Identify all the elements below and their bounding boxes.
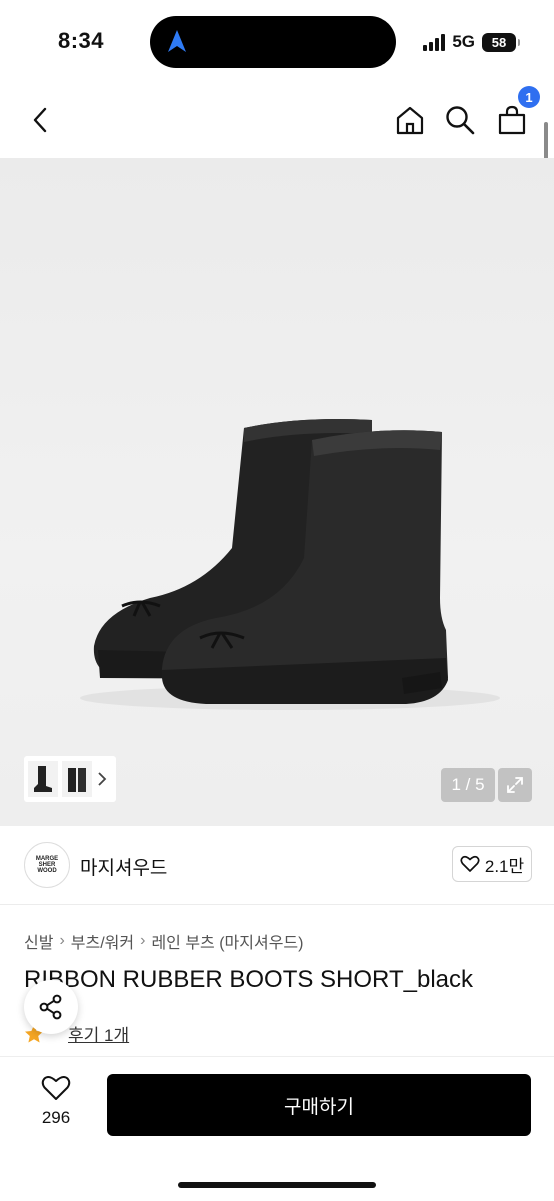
brand-logo-text: MARGE SHER WOOD [35, 856, 59, 874]
brand-row: MARGE SHER WOOD 마지셔우드 2.1만 [0, 826, 554, 905]
chevron-right-icon [98, 772, 107, 786]
brand-name[interactable]: 마지셔우드 [80, 853, 167, 880]
status-bar: 8:34 5G 58 [0, 0, 554, 84]
boots-thumbnail-icon [68, 768, 86, 792]
thumbnail-strip[interactable] [24, 756, 116, 802]
cart-button[interactable]: 1 [492, 86, 540, 140]
share-button[interactable] [24, 980, 78, 1034]
back-button[interactable] [20, 100, 60, 140]
top-nav: 1 [0, 84, 554, 158]
status-time: 8:34 [58, 28, 105, 53]
cellular-signal-icon [423, 33, 446, 51]
home-indicator [178, 1182, 376, 1188]
home-button[interactable] [390, 100, 430, 140]
battery-level: 58 [491, 34, 507, 50]
status-indicators: 5G 58 [423, 30, 520, 54]
search-button[interactable] [440, 100, 480, 140]
breadcrumb: 신발 › 부츠/워커 › 레인 부츠 (마지셔우드) [24, 929, 303, 953]
review-link[interactable]: 후기 1개 [68, 1021, 129, 1046]
boots-image [80, 419, 500, 710]
image-counter: 1 / 5 [441, 768, 495, 802]
chevron-right-icon: › [59, 932, 65, 949]
network-type: 5G [452, 32, 475, 51]
home-icon [396, 106, 424, 135]
brand-like-button[interactable]: 2.1만 [452, 846, 532, 882]
wishlist-count: 296 [41, 1108, 71, 1127]
breadcrumb-item[interactable]: 신발 [24, 929, 53, 953]
chevron-right-icon: › [140, 932, 146, 949]
expand-icon [507, 777, 523, 793]
wishlist-button[interactable]: 296 [28, 1075, 84, 1128]
heart-icon [460, 855, 480, 872]
breadcrumb-item[interactable]: 부츠/워커 [71, 929, 134, 953]
navigation-arrow-icon [168, 30, 186, 52]
product-title: RIBBON RUBBER BOOTS SHORT_black [24, 966, 473, 993]
chevron-left-icon [33, 107, 47, 133]
bottom-action-bar: 296 구매하기 [0, 1056, 554, 1201]
boots-thumbnail-icon [34, 766, 52, 792]
product-image[interactable] [0, 158, 554, 826]
dynamic-island [150, 16, 396, 68]
heart-icon [41, 1075, 71, 1100]
search-icon [446, 106, 475, 135]
thumbnail[interactable] [28, 761, 58, 797]
breadcrumb-item[interactable]: 레인 부츠 (마지셔우드) [151, 929, 303, 953]
brand-logo[interactable]: MARGE SHER WOOD [24, 842, 70, 888]
brand-like-count: 2.1만 [484, 856, 525, 876]
share-icon [39, 994, 62, 1020]
battery-icon: 58 [482, 32, 520, 52]
expand-button[interactable] [498, 768, 532, 802]
cart-count-badge: 1 [518, 86, 540, 108]
buy-button[interactable]: 구매하기 [107, 1074, 531, 1136]
thumbnail[interactable] [62, 761, 92, 797]
shopping-bag-icon [498, 105, 526, 135]
